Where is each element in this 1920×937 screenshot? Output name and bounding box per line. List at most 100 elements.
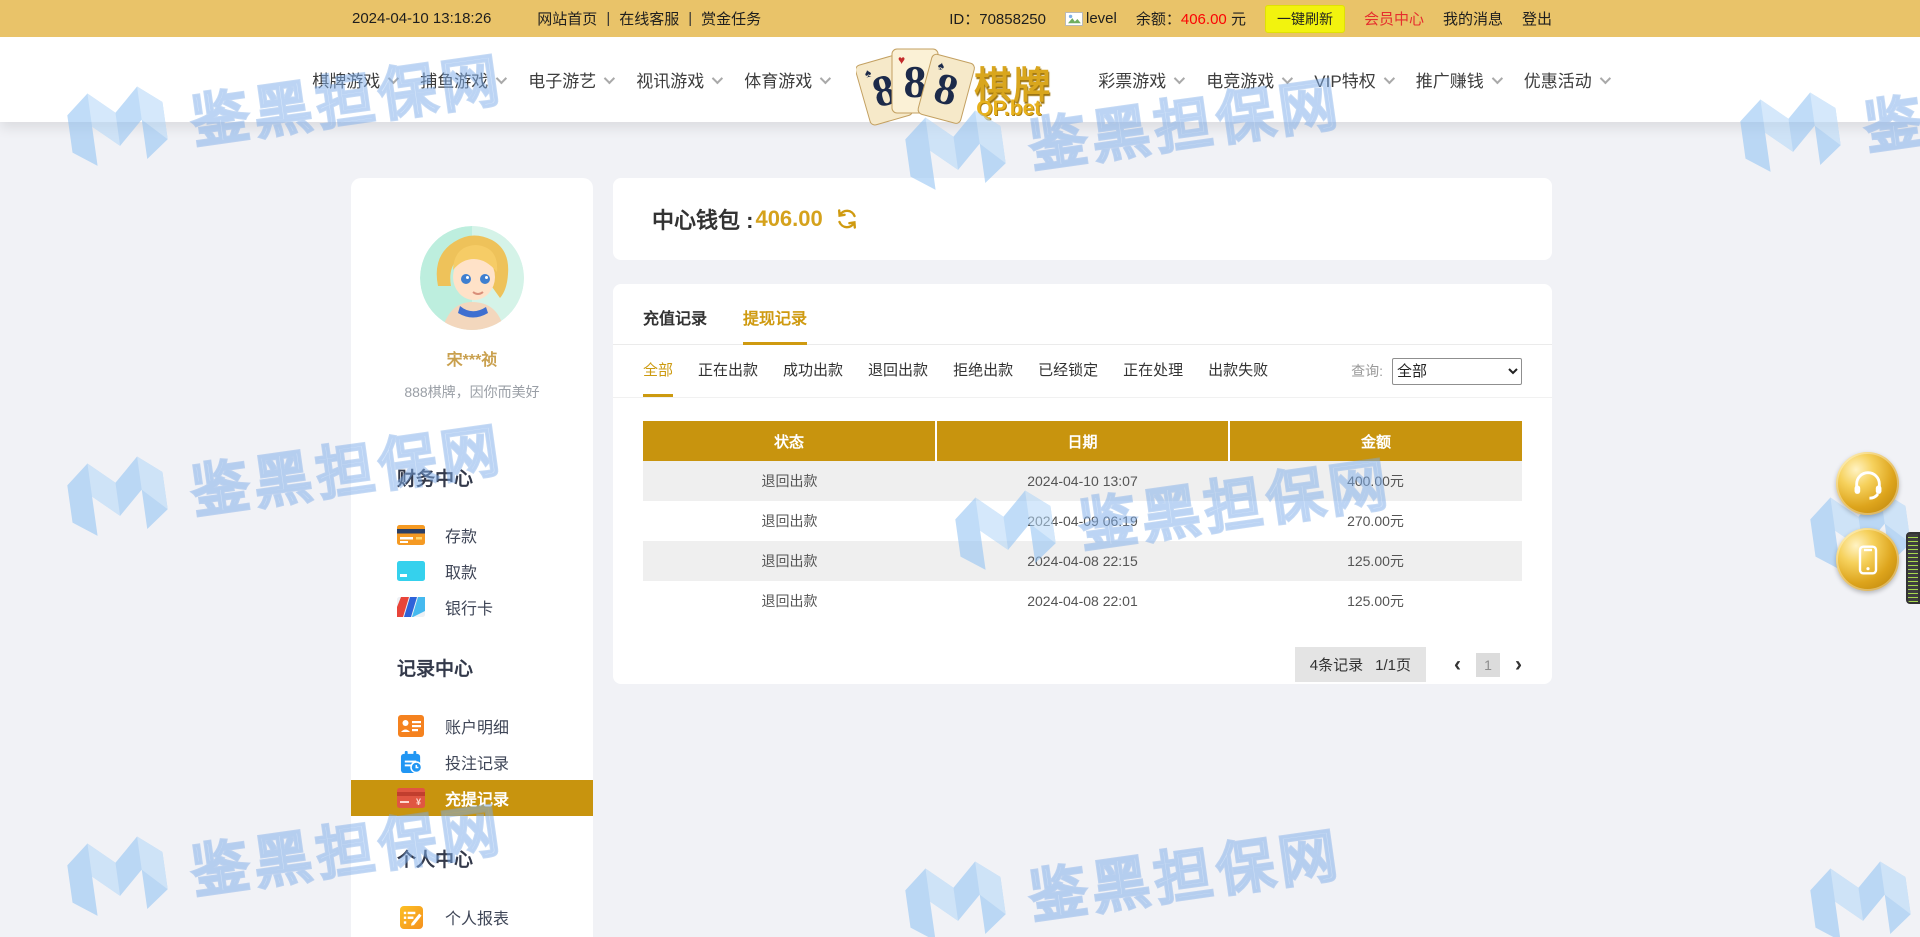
filter-paying[interactable]: 正在出款 — [698, 345, 758, 397]
col-amount: 金额 — [1229, 421, 1522, 461]
table-row: 退回出款2024-04-08 22:01125.00元 — [643, 581, 1522, 621]
wallet-amount: 406.00 — [755, 206, 822, 232]
account-details-icon — [397, 715, 425, 737]
svg-text:♥: ♥ — [898, 53, 905, 67]
filter-returned[interactable]: 退回出款 — [868, 345, 928, 397]
filter-failed[interactable]: 出款失败 — [1208, 345, 1268, 397]
nav-live-games[interactable]: 视讯游戏 — [636, 67, 720, 92]
floating-buttons — [1836, 452, 1899, 604]
sidebar-item-account-details[interactable]: 账户明细 — [351, 708, 593, 744]
phone-icon — [1852, 544, 1884, 576]
bank-card-icon — [397, 596, 425, 618]
username: 宋***祯 — [351, 346, 593, 370]
query-label: 查询: — [1351, 361, 1383, 381]
chevron-down-icon — [1282, 72, 1293, 83]
pagination: 4条记录 1/1页 ‹ 1 › — [643, 647, 1522, 682]
logo-domain-text: QP.bet — [976, 97, 1041, 121]
nav-sports-games[interactable]: 体育游戏 — [744, 67, 828, 92]
withdraw-records-table: 状态 日期 金额 退回出款2024-04-10 13:07400.00元 退回出… — [643, 421, 1522, 621]
col-status: 状态 — [643, 421, 936, 461]
watermark: 鉴黑担保网 — [1801, 803, 1920, 937]
separator: | — [606, 10, 610, 27]
nav-board-games[interactable]: 棋牌游戏 — [312, 67, 396, 92]
separator: | — [688, 10, 692, 27]
prev-page-button[interactable]: ‹ — [1454, 654, 1461, 675]
filter-processing[interactable]: 正在处理 — [1123, 345, 1183, 397]
datetime: 2024-04-10 13:18:26 — [352, 10, 491, 27]
mobile-app-button[interactable] — [1836, 528, 1899, 591]
filter-rejected[interactable]: 拒绝出款 — [953, 345, 1013, 397]
nav-lottery-games[interactable]: 彩票游戏 — [1098, 67, 1182, 92]
chevron-down-icon — [496, 72, 507, 83]
nav-esports-games[interactable]: 电竞游戏 — [1206, 67, 1290, 92]
sidebar-item-withdraw[interactable]: 取款 — [351, 553, 593, 589]
member-center-link[interactable]: 会员中心 — [1364, 8, 1424, 29]
wallet-label: 中心钱包 : — [652, 203, 753, 235]
customer-service-button[interactable] — [1836, 452, 1899, 515]
topbar-links: 网站首页 | 在线客服 | 赏金任务 — [537, 8, 761, 29]
sidebar-item-deposit-withdraw-records[interactable]: ¥ 充提记录 — [351, 780, 593, 816]
filter-row: 全部 正在出款 成功出款 退回出款 拒绝出款 已经锁定 正在处理 出款失败 查询… — [613, 345, 1552, 398]
avatar — [420, 226, 524, 330]
chevron-down-icon — [1383, 72, 1394, 83]
level-text: level — [1086, 10, 1117, 27]
table-row: 退回出款2024-04-09 06:19270.00元 — [643, 501, 1522, 541]
filter-success[interactable]: 成功出款 — [783, 345, 843, 397]
filter-locked[interactable]: 已经锁定 — [1038, 345, 1098, 397]
nav-promo-activity[interactable]: 优惠活动 — [1524, 67, 1608, 92]
bet-records-icon — [397, 751, 425, 773]
table-row: 退回出款2024-04-10 13:07400.00元 — [643, 461, 1522, 501]
next-page-button[interactable]: › — [1515, 654, 1522, 675]
headset-icon — [1851, 467, 1885, 501]
main-nav: 棋牌游戏 捕鱼游戏 电子游艺 视讯游戏 体育游戏 8♠ 8♥ 8♠ 棋牌 QP.… — [0, 37, 1920, 122]
tab-withdraw-records[interactable]: 提现记录 — [743, 305, 807, 345]
sidebar: 宋***祯 888棋牌，因你而美好 财务中心 存款 取款 银行卡 记录中心 — [351, 178, 593, 937]
sidebar-item-bet-records[interactable]: 投注记录 — [351, 744, 593, 780]
wallet-card: 中心钱包 : 406.00 — [613, 178, 1552, 260]
sidebar-item-bank-card[interactable]: 银行卡 — [351, 589, 593, 625]
nav-vip-privilege[interactable]: VIP特权 — [1314, 67, 1391, 92]
col-date: 日期 — [936, 421, 1229, 461]
withdraw-card-icon — [397, 560, 425, 582]
watermark: 鉴黑担保网 — [896, 803, 1348, 937]
section-records-title: 记录中心 — [397, 654, 593, 681]
watermark-logo-icon — [58, 444, 178, 552]
filter-all[interactable]: 全部 — [643, 345, 673, 397]
personal-report-icon — [397, 906, 425, 928]
chevron-down-icon — [1599, 72, 1610, 83]
logout-link[interactable]: 登出 — [1522, 8, 1552, 29]
chevron-down-icon — [820, 72, 831, 83]
user-tagline: 888棋牌，因你而美好 — [351, 382, 593, 402]
wallet-refresh-icon[interactable] — [835, 207, 859, 231]
chevron-down-icon — [388, 72, 399, 83]
broken-image-icon — [1065, 12, 1083, 26]
record-tabs: 充值记录 提现记录 — [613, 284, 1552, 345]
nav-promotion-earn[interactable]: 推广赚钱 — [1416, 67, 1500, 92]
deposit-card-icon — [397, 524, 425, 546]
table-row: 退回出款2024-04-08 22:15125.00元 — [643, 541, 1522, 581]
user-id: ID：70858250 — [949, 8, 1046, 29]
table-header-row: 状态 日期 金额 — [643, 421, 1522, 461]
home-link[interactable]: 网站首页 — [537, 8, 597, 29]
sidebar-item-personal-report[interactable]: 个人报表 — [351, 899, 593, 935]
site-logo[interactable]: 8♠ 8♥ 8♠ 棋牌 QP.bet — [856, 37, 1070, 133]
scrollbar-thumb[interactable] — [1906, 532, 1920, 604]
chevron-down-icon — [1174, 72, 1185, 83]
records-card: 充值记录 提现记录 全部 正在出款 成功出款 退回出款 拒绝出款 已经锁定 正在… — [613, 284, 1552, 684]
chevron-down-icon — [604, 72, 615, 83]
page-number[interactable]: 1 — [1476, 653, 1500, 677]
online-service-link[interactable]: 在线客服 — [619, 8, 679, 29]
chevron-down-icon — [712, 72, 723, 83]
nav-slots-games[interactable]: 电子游艺 — [528, 67, 612, 92]
bounty-task-link[interactable]: 赏金任务 — [701, 8, 761, 29]
query-select[interactable]: 全部 — [1392, 358, 1522, 385]
watermark-logo-icon — [896, 849, 1016, 937]
nav-fishing-games[interactable]: 捕鱼游戏 — [420, 67, 504, 92]
svg-text:¥: ¥ — [416, 797, 421, 807]
sidebar-item-deposit[interactable]: 存款 — [351, 517, 593, 553]
watermark-logo-icon — [1801, 849, 1920, 937]
level-badge: level — [1065, 10, 1117, 27]
tab-deposit-records[interactable]: 充值记录 — [643, 305, 707, 345]
one-key-refresh-button[interactable]: 一键刷新 — [1265, 5, 1345, 33]
my-messages-link[interactable]: 我的消息 — [1443, 8, 1503, 29]
